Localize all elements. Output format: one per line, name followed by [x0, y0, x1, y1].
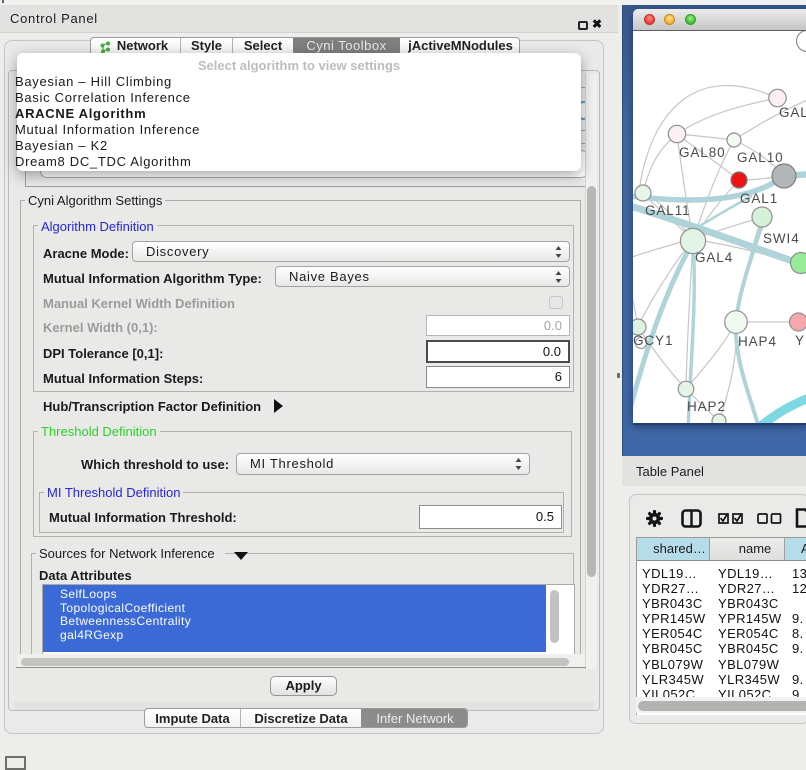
svg-text:Y: Y [795, 333, 805, 348]
svg-text:GAL10: GAL10 [737, 150, 784, 165]
svg-text:HAP2: HAP2 [687, 399, 726, 414]
svg-text:GCY1: GCY1 [633, 333, 673, 348]
svg-text:HAP4: HAP4 [738, 334, 777, 349]
svg-text:GAL: GAL [779, 105, 806, 120]
svg-text:GAL4: GAL4 [695, 250, 733, 265]
svg-text:GAL80: GAL80 [679, 145, 726, 160]
svg-text:SWI4: SWI4 [763, 231, 800, 246]
svg-text:GAL1: GAL1 [740, 191, 778, 206]
svg-text:GAL11: GAL11 [645, 203, 691, 218]
